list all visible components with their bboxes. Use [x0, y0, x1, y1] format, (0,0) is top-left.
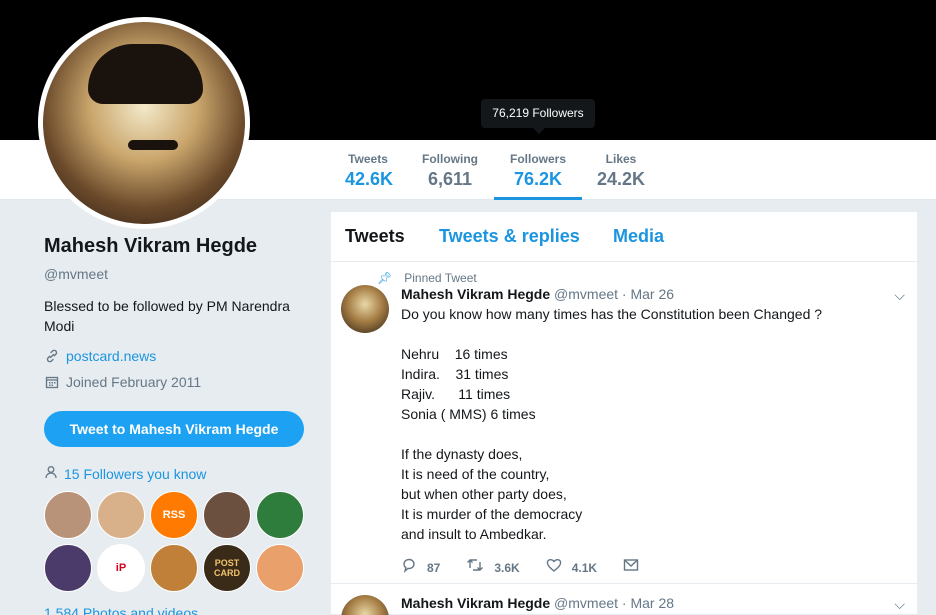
followers-you-know-grid: RSS iP POST CARD: [44, 491, 308, 592]
stat-likes-label: Likes: [605, 152, 637, 166]
profile-joined-date: Joined February 2011: [66, 374, 202, 390]
ip-logo[interactable]: iP: [97, 544, 145, 592]
profile-handle[interactable]: @mvmeet: [44, 266, 314, 282]
profile-card: Mahesh Vikram Hegde @mvmeet Blessed to b…: [44, 235, 314, 390]
follower-avatar-5[interactable]: [256, 491, 304, 539]
retweet-count: 3.6K: [494, 560, 520, 575]
profile-website-row: postcard.news: [44, 348, 314, 364]
tab-media[interactable]: Media: [613, 226, 664, 247]
like-count: 4.1K: [571, 560, 598, 575]
reply-count: 87: [427, 560, 441, 575]
retweet-icon: [466, 557, 484, 578]
follower-avatar-2[interactable]: [97, 491, 145, 539]
tweet-header: Mahesh Vikram Hegde @mvmeet · Mar 26: [401, 286, 674, 302]
direct-message-button[interactable]: [623, 557, 649, 578]
calendar-icon: [44, 374, 60, 390]
photos-videos-link[interactable]: 1,584 Photos and videos: [44, 605, 198, 615]
chevron-down-icon[interactable]: ⌵: [894, 287, 905, 304]
follower-avatar-1[interactable]: [44, 491, 92, 539]
followers-you-know[interactable]: 15 Followers you know: [44, 465, 206, 482]
profile-website-link[interactable]: postcard.news: [66, 348, 156, 364]
timeline: Tweets Tweets & replies Media 📌︎ Pinned …: [330, 211, 919, 615]
rss-logo[interactable]: RSS: [150, 491, 198, 539]
follower-avatar-4[interactable]: [203, 491, 251, 539]
stat-likes-value: 24.2K: [596, 169, 646, 189]
stat-tweets-value: 42.6K: [345, 169, 394, 189]
follower-avatar-10[interactable]: [256, 544, 304, 592]
stat-following-label: Following: [422, 152, 478, 166]
tab-tweets-replies[interactable]: Tweets & replies: [439, 226, 580, 247]
pin-icon: 📌︎: [377, 271, 393, 285]
profile-avatar[interactable]: [38, 17, 250, 229]
tweet-pinned[interactable]: 📌︎ Pinned Tweet Mahesh Vikram Hegde @mvm…: [331, 263, 919, 584]
tweet-actions: 87 3.6K 4.1K: [401, 557, 675, 578]
follower-avatar-8[interactable]: [150, 544, 198, 592]
tweet-date[interactable]: · Mar 28: [622, 595, 674, 611]
envelope-icon: [623, 557, 639, 578]
tweet-author[interactable]: Mahesh Vikram Hegde: [401, 286, 550, 302]
person-icon: [44, 465, 58, 482]
followers-you-know-label: 15 Followers you know: [64, 465, 207, 482]
stat-tweets-label: Tweets: [348, 152, 388, 166]
profile-photo: [43, 22, 245, 224]
tweet-avatar[interactable]: [341, 595, 389, 615]
profile-name[interactable]: Mahesh Vikram Hegde: [44, 235, 314, 258]
link-icon: [44, 348, 60, 364]
follower-avatar-6[interactable]: [44, 544, 92, 592]
followers-tooltip: 76,219 Followers: [481, 99, 595, 134]
stat-followers[interactable]: Followers 76.2K: [494, 152, 582, 200]
stat-likes[interactable]: Likes 24.2K: [596, 152, 646, 200]
profile-joined-row: Joined February 2011: [44, 374, 314, 390]
tweet-text: Do you know how many times has the Const…: [401, 306, 823, 542]
stat-following[interactable]: Following 6,611: [420, 152, 480, 200]
pinned-label: Pinned Tweet: [404, 271, 477, 285]
tweet-to-button[interactable]: Tweet to Mahesh Vikram Hegde: [44, 411, 304, 447]
reply-icon: [401, 557, 417, 578]
stat-followers-value: 76.2K: [513, 169, 563, 189]
pinned-indicator: 📌︎ Pinned Tweet: [377, 271, 477, 285]
tab-tweets[interactable]: Tweets: [345, 226, 405, 247]
tweet-avatar[interactable]: [341, 285, 389, 333]
tweet-date[interactable]: · Mar 26: [622, 286, 674, 302]
tweet-handle[interactable]: @mvmeet: [554, 595, 618, 611]
stat-tweets[interactable]: Tweets 42.6K: [345, 152, 394, 200]
tweet-second[interactable]: Mahesh Vikram Hegde @mvmeet · Mar 28 ⌵: [331, 585, 919, 615]
like-button[interactable]: 4.1K: [546, 557, 597, 578]
retweet-button[interactable]: 3.6K: [466, 557, 520, 578]
timeline-tabs: Tweets Tweets & replies Media: [331, 212, 917, 262]
tweet-header: Mahesh Vikram Hegde @mvmeet · Mar 28: [401, 595, 674, 611]
reply-button[interactable]: 87: [401, 557, 440, 578]
postcard-logo[interactable]: POST CARD: [203, 544, 251, 592]
tweet-handle[interactable]: @mvmeet: [554, 286, 618, 302]
profile-bio: Blessed to be followed by PM Narendra Mo…: [44, 298, 290, 334]
rss-logo-text: RSS: [162, 509, 186, 521]
stat-following-value: 6,611: [427, 169, 473, 189]
heart-icon: [546, 557, 562, 578]
postcard-logo-text: POST CARD: [214, 558, 240, 578]
stat-followers-label: Followers: [509, 152, 566, 166]
tweet-author[interactable]: Mahesh Vikram Hegde: [401, 595, 550, 611]
ip-logo-text: iP: [115, 562, 127, 574]
chevron-down-icon[interactable]: ⌵: [894, 596, 905, 613]
